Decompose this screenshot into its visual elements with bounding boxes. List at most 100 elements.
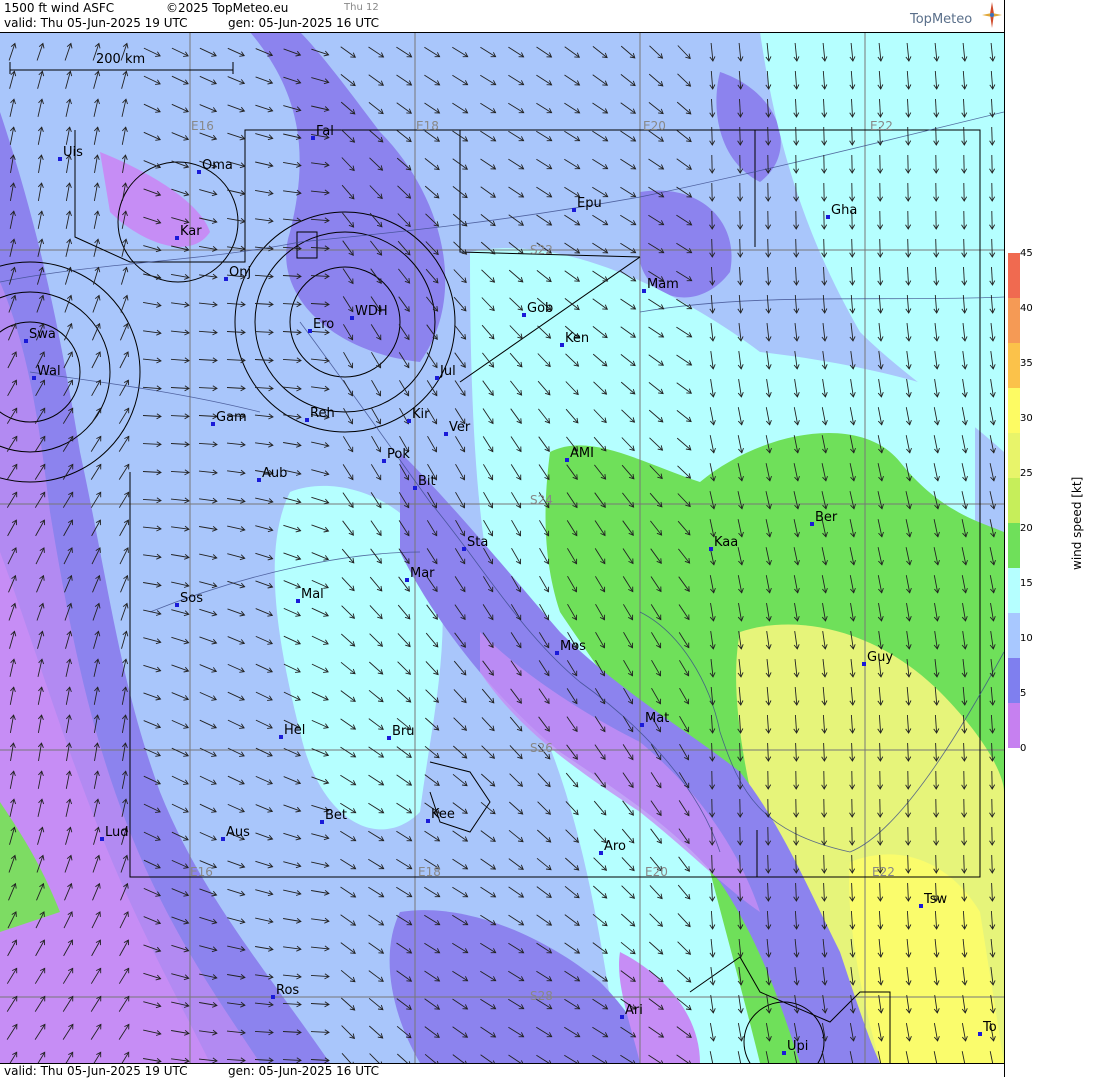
- wind-arrow: [936, 855, 937, 873]
- legend-tick: 40: [1020, 303, 1040, 314]
- place-gob: Gob: [522, 301, 553, 317]
- place-marker: [221, 837, 225, 841]
- header-bar: 1500 ft wind ASFC ©2025 TopMeteo.eu Thu …: [0, 0, 1004, 33]
- place-marker: [413, 486, 417, 490]
- place-label: Hel: [284, 723, 305, 738]
- wind-arrow: [936, 127, 937, 145]
- place-marker: [555, 651, 559, 655]
- place-guy: Guy: [862, 650, 893, 666]
- wind-arrow: [964, 855, 965, 873]
- place-label: Ros: [276, 983, 299, 998]
- legend-tick: 35: [1020, 358, 1040, 369]
- place-label: Bru: [392, 724, 415, 739]
- place-marker: [599, 851, 603, 855]
- place-label: Sos: [180, 591, 203, 606]
- place-label: Gam: [216, 410, 247, 425]
- place-marker: [709, 547, 713, 551]
- wind-arrow: [768, 239, 769, 257]
- place-marker: [387, 736, 391, 740]
- place-marker: [407, 419, 411, 423]
- place-epu: Epu: [572, 196, 602, 212]
- wind-arrow: [852, 127, 853, 145]
- place-mam: Mam: [642, 277, 679, 293]
- place-label: Reh: [310, 406, 335, 421]
- day-tab[interactable]: Thu 12: [344, 2, 379, 13]
- place-marker: [257, 478, 261, 482]
- legend-tick: 0: [1020, 743, 1040, 754]
- place-label: Mam: [647, 277, 679, 292]
- copyright: ©2025 TopMeteo.eu: [166, 1, 288, 15]
- place-onj: Onj: [224, 265, 251, 281]
- place-label: Mal: [301, 587, 324, 602]
- place-marker: [100, 837, 104, 841]
- place-marker: [296, 599, 300, 603]
- place-swa: Swa: [24, 327, 56, 343]
- legend-swatch: [1008, 568, 1020, 614]
- place-label: Aus: [226, 825, 250, 840]
- place-label: Mos: [560, 639, 586, 654]
- footer-generated-time: gen: 05-Jun-2025 16 UTC: [228, 1064, 379, 1078]
- place-label: Ero: [313, 317, 334, 332]
- lat-label: S26: [530, 741, 553, 755]
- legend-swatch: [1008, 253, 1020, 299]
- place-marker: [24, 339, 28, 343]
- place-label: Gha: [831, 203, 857, 218]
- place-pok: Pok: [382, 447, 410, 463]
- wind-arrow: [964, 127, 965, 145]
- legend-swatch: [1008, 478, 1020, 524]
- place-marker: [978, 1032, 982, 1036]
- wind-arrow: [768, 855, 769, 873]
- place-label: Uis: [63, 145, 83, 160]
- place-label: WDH: [355, 304, 388, 319]
- place-label: Upi: [787, 1039, 808, 1054]
- place-gam: Gam: [211, 410, 247, 426]
- place-sos: Sos: [175, 591, 203, 607]
- wind-arrow: [740, 127, 741, 145]
- place-label: Swa: [29, 327, 56, 342]
- place-aro: Aro: [599, 839, 626, 855]
- wind-arrow: [796, 855, 797, 873]
- lat-label: S22: [530, 243, 553, 257]
- place-ken: Ken: [560, 331, 589, 347]
- place-label: Ken: [565, 331, 589, 346]
- place-label: AMI: [570, 446, 594, 461]
- legend-tick: 5: [1020, 688, 1040, 699]
- legend-tick: 15: [1020, 578, 1040, 589]
- place-marker: [211, 422, 215, 426]
- legend-title: wind speed [kt]: [1070, 477, 1084, 570]
- place-marker: [405, 578, 409, 582]
- place-reh: Reh: [305, 406, 335, 422]
- place-label: Tsw: [923, 892, 948, 907]
- wind-arrow: [964, 239, 965, 257]
- wind-arrow: [712, 127, 713, 145]
- place-ber: Ber: [810, 510, 838, 526]
- place-marker: [462, 547, 466, 551]
- place-label: Mar: [410, 566, 435, 581]
- map-title: 1500 ft wind ASFC: [4, 1, 114, 15]
- place-label: Ver: [449, 420, 471, 435]
- place-aub: Aub: [257, 466, 287, 482]
- legend-swatch: [1008, 703, 1020, 748]
- lon-label: E22: [872, 865, 895, 879]
- generated-time: gen: 05-Jun-2025 16 UTC: [228, 16, 379, 30]
- legend-tick: 10: [1020, 633, 1040, 644]
- place-label: Kir: [412, 407, 430, 422]
- place-marker: [279, 735, 283, 739]
- wind-arrow: [768, 127, 769, 145]
- lon-label: E20: [645, 865, 668, 879]
- place-marker: [311, 136, 315, 140]
- place-kaa: Kaa: [709, 535, 738, 551]
- place-marker: [642, 289, 646, 293]
- lat-label: S28: [530, 989, 553, 1003]
- place-aus: Aus: [221, 825, 250, 841]
- place-label: Kar: [180, 224, 202, 239]
- wind-map: E16 E18 E20 E22 E16 E18 E20 E22 S22 S24 …: [0, 32, 1004, 1063]
- wind-arrow: [992, 127, 993, 145]
- place-label: Mat: [645, 711, 669, 726]
- place-mos: Mos: [555, 639, 586, 655]
- wind-arrow: [796, 127, 797, 145]
- wind-arrow: [796, 239, 797, 257]
- place-label: Fal: [316, 124, 334, 139]
- place-wal: Wal: [32, 364, 61, 380]
- place-marker: [271, 995, 275, 999]
